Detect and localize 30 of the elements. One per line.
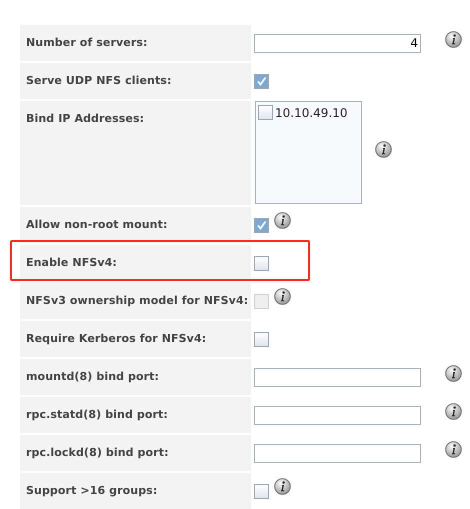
text-field[interactable]: 4	[254, 34, 421, 52]
text-field[interactable]	[254, 368, 421, 386]
checkbox[interactable]	[258, 105, 273, 120]
checkbox[interactable]	[254, 74, 269, 88]
info-icon[interactable]	[445, 440, 462, 458]
info-icon[interactable]	[274, 478, 291, 494]
field-label: rpc.statd(8) bind port:	[26, 408, 168, 421]
field-label: Serve UDP NFS clients:	[26, 74, 172, 87]
field-label: Require Kerberos for NFSv4:	[26, 332, 206, 345]
field-label: NFSv3 ownership model for NFSv4:	[26, 294, 248, 307]
info-icon[interactable]	[445, 402, 462, 420]
text-field[interactable]	[254, 406, 421, 424]
checkbox[interactable]	[254, 218, 269, 232]
checkbox[interactable]	[254, 332, 269, 346]
info-icon[interactable]	[445, 30, 462, 48]
option-label[interactable]: 10.10.49.10	[275, 106, 348, 120]
text-field[interactable]	[254, 444, 421, 462]
field-label: rpc.lockd(8) bind port:	[26, 446, 169, 459]
listbox[interactable]: 10.10.49.10	[255, 101, 362, 204]
info-icon[interactable]	[274, 212, 291, 228]
info-icon[interactable]	[445, 364, 462, 382]
field-label: Bind IP Addresses:	[26, 112, 144, 125]
checkbox[interactable]	[254, 484, 269, 498]
field-label: Allow non-root mount:	[26, 218, 168, 231]
field-label: mountd(8) bind port:	[26, 370, 160, 383]
field-label: Number of servers:	[26, 36, 148, 49]
field-label: Enable NFSv4:	[26, 256, 117, 269]
field-label: Support >16 groups:	[26, 484, 158, 497]
checkbox[interactable]	[254, 256, 269, 270]
info-icon[interactable]	[375, 141, 392, 158]
